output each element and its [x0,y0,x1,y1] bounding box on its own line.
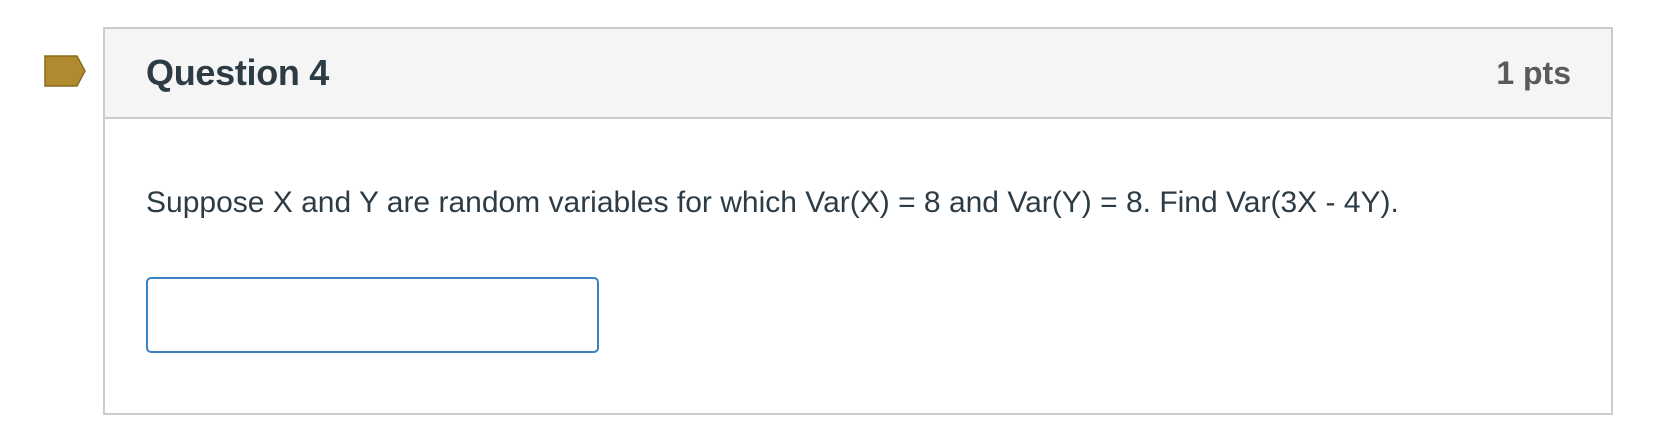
question-text: Suppose X and Y are random variables for… [146,186,1399,219]
quiz-page: Question 4 1 pts Suppose X and Y are ran… [0,0,1680,444]
bookmark-flag-icon [44,55,86,87]
question-header: Question 4 1 pts [105,29,1611,119]
question-card: Question 4 1 pts Suppose X and Y are ran… [103,27,1613,415]
question-body: Suppose X and Y are random variables for… [105,119,1611,353]
answer-input[interactable] [146,277,599,353]
question-title: Question 4 [146,52,330,93]
flag-question-icon[interactable] [44,55,86,87]
question-points: 1 pts [1496,54,1571,91]
